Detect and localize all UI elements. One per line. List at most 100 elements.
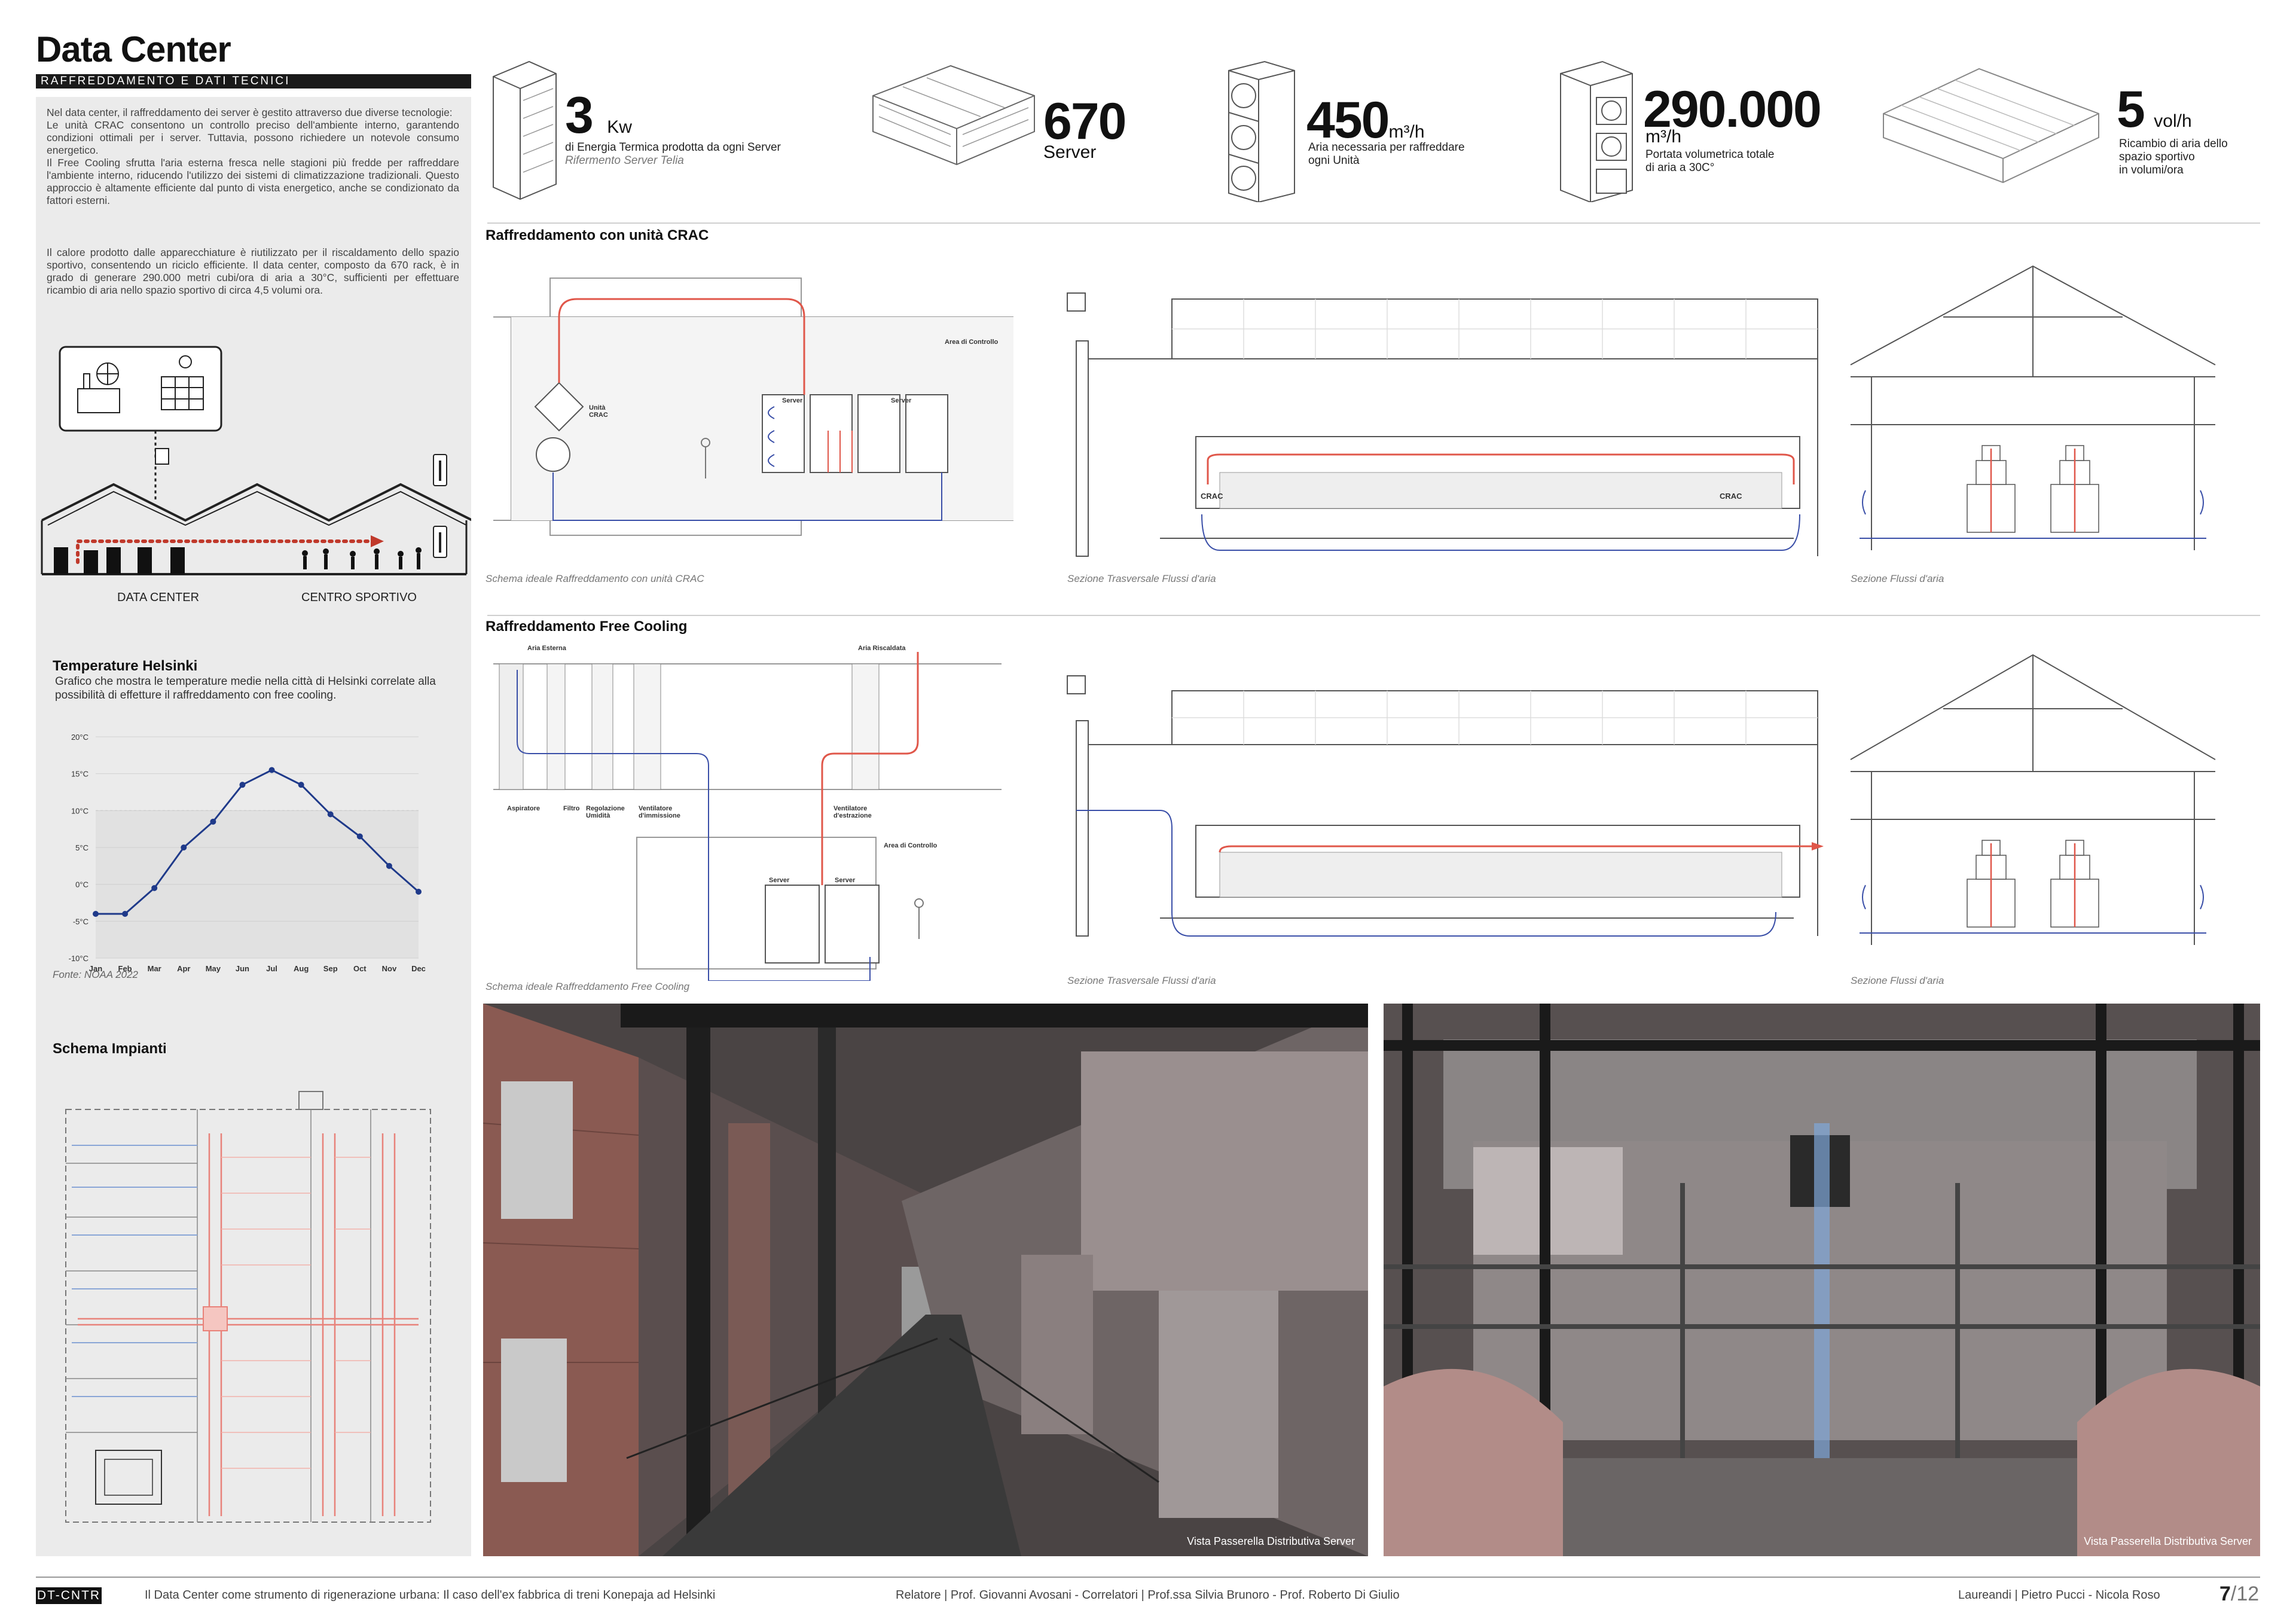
free-caption-1: Schema ideale Raffreddamento Free Coolin… bbox=[486, 981, 690, 992]
stat-air-change-desc2: spazio sportivo bbox=[2119, 151, 2195, 163]
crac-label-area: Area di Controllo bbox=[945, 339, 999, 346]
plant-schema-drawing bbox=[65, 1091, 431, 1523]
crac-caption-2: Sezione Trasversale Flussi d'aria bbox=[1067, 573, 1216, 584]
stat-air-unit: 450m³/h bbox=[1306, 94, 1425, 146]
stat-air-unit-unit: m³/h bbox=[1388, 122, 1425, 142]
intro-p1: Nel data center, il raffreddamento dei s… bbox=[47, 106, 453, 118]
free-label-asp: Aspiratore bbox=[507, 805, 541, 812]
crac-label-server-2: Server bbox=[891, 397, 912, 404]
free-caption-3: Sezione Flussi d'aria bbox=[1851, 975, 1944, 986]
page-title: Data Center bbox=[36, 29, 231, 69]
crac-label-unit: Unità CRAC bbox=[589, 404, 608, 419]
x-tick-label: Jun bbox=[236, 964, 249, 973]
temperature-point bbox=[181, 844, 187, 850]
temperature-point bbox=[122, 911, 129, 917]
free-label-reg: Regolazione Umidità bbox=[586, 805, 625, 819]
stat-air-unit-desc: Aria necessaria per raffreddare ogni Uni… bbox=[1308, 141, 1465, 167]
stat-air-change-desc3: in volumi/ora bbox=[2119, 164, 2184, 176]
x-tick-label: Oct bbox=[353, 964, 367, 973]
crac-section-drawing bbox=[1067, 292, 1818, 557]
stat-servers: 670 bbox=[1043, 96, 1126, 147]
free-label-hot: Aria Riscaldata bbox=[858, 645, 906, 652]
intro-p4: Il calore prodotto dalle apparecchiature… bbox=[47, 246, 459, 296]
temperature-source: Fonte: NOAA 2022 bbox=[53, 969, 139, 980]
intro-p3: Il Free Cooling sfrutta l'aria esterna f… bbox=[47, 157, 459, 206]
intro-text-2: Il calore prodotto dalle apparecchiature… bbox=[47, 246, 459, 297]
render-left-drawing bbox=[483, 1004, 1368, 1556]
render-right-caption: Vista Passerella Distributiva Server bbox=[2084, 1535, 2252, 1547]
temperature-description: Grafico che mostra le temperature medie … bbox=[55, 675, 436, 702]
x-tick-label: Jul bbox=[266, 964, 277, 973]
stat-air-change-desc: Ricambio di aria dello spazio sportivo i… bbox=[2119, 138, 2228, 177]
y-tick-label: 20°C bbox=[71, 733, 88, 742]
temperature-point bbox=[327, 811, 334, 818]
temperature-point bbox=[268, 767, 275, 773]
free-label-ext: Aria Esterna bbox=[527, 645, 566, 652]
y-tick-label: 15°C bbox=[71, 770, 88, 779]
x-tick-label: Aug bbox=[294, 964, 309, 973]
free-title: Raffreddamento Free Cooling bbox=[486, 618, 688, 635]
free-section-drawing bbox=[1067, 675, 1824, 937]
crac-label-server-1: Server bbox=[782, 397, 803, 404]
temperature-point bbox=[356, 833, 363, 840]
free-caption-2: Sezione Trasversale Flussi d'aria bbox=[1067, 975, 1216, 986]
page-number: 7/12 bbox=[2219, 1583, 2259, 1606]
stat-energy-value: 3 bbox=[565, 87, 594, 144]
intro-text: Nel data center, il raffreddamento dei s… bbox=[47, 106, 459, 207]
server-rack-icon bbox=[493, 60, 557, 200]
stat-energy-desc: di Energia Termica prodotta da ogni Serv… bbox=[565, 141, 781, 167]
x-tick-label: Sep bbox=[323, 964, 338, 973]
server-rows-icon bbox=[872, 65, 1035, 166]
stat-total-air-desc: Portata volumetrica totale di aria a 30C… bbox=[1645, 148, 1774, 175]
temperature-point bbox=[386, 862, 392, 869]
crac-schema-drawing bbox=[493, 278, 1013, 536]
thermometer-icon bbox=[433, 454, 447, 486]
y-tick-label: 0°C bbox=[75, 880, 88, 889]
y-tick-label: -5°C bbox=[73, 917, 88, 926]
stat-energy-unit: Kw bbox=[607, 117, 632, 137]
stat-air-unit-value: 450 bbox=[1306, 92, 1390, 149]
render-left: Vista Passerella Distributiva Server bbox=[483, 1004, 1368, 1556]
temperature-title: Temperature Helsinki bbox=[53, 658, 198, 674]
intro-p2: Le unità CRAC consentono un controllo pr… bbox=[47, 119, 459, 156]
temperature-point bbox=[298, 782, 304, 788]
page-total: /12 bbox=[2230, 1583, 2260, 1605]
footer-laureandi: Laureandi | Pietro Pucci - Nicola Roso bbox=[1958, 1589, 2160, 1602]
crac-caption-3: Sezione Flussi d'aria bbox=[1851, 573, 1944, 584]
divider-1 bbox=[487, 222, 2260, 224]
stat-air-change: 5 vol/h bbox=[2117, 84, 2192, 135]
temperature-chart: 20°C15°C10°C5°C0°C-5°C-10°CJan Feb Mar Apr M… bbox=[69, 733, 426, 973]
temperature-point bbox=[239, 782, 246, 788]
stat-total-air-desc1: Portata volumetrica totale bbox=[1645, 148, 1775, 161]
free-label-vent-in: Ventilatore d'immissione bbox=[639, 805, 680, 819]
label-data-center: DATA CENTER bbox=[117, 591, 200, 604]
temperature-point bbox=[416, 889, 422, 895]
stat-air-change-value: 5 bbox=[2117, 81, 2145, 138]
crac-section-label-left: CRAC bbox=[1201, 492, 1223, 501]
crac-stack-icon bbox=[1560, 60, 1633, 202]
stat-air-unit-desc1: Aria necessaria per raffreddare bbox=[1308, 141, 1465, 154]
footer-thesis-title: Il Data Center come strumento di rigener… bbox=[145, 1589, 716, 1602]
crac-cross-section-drawing bbox=[1850, 265, 2216, 550]
stat-total-air-desc2: di aria a 30C° bbox=[1645, 161, 1715, 174]
x-tick-label: Nov bbox=[382, 964, 397, 973]
stat-air-change-unit: vol/h bbox=[2154, 111, 2192, 131]
crac-title: Raffreddamento con unità CRAC bbox=[486, 227, 709, 243]
x-tick-label: May bbox=[206, 964, 221, 973]
crac-unit-icon bbox=[1228, 60, 1295, 202]
impianti-title: Schema Impianti bbox=[53, 1041, 167, 1057]
stat-energy-desc1: di Energia Termica prodotta da ogni Serv… bbox=[565, 141, 781, 154]
free-label-filtro: Filtro bbox=[563, 805, 580, 812]
free-label-server-2: Server bbox=[835, 877, 856, 884]
x-tick-label: Apr bbox=[177, 964, 190, 973]
stat-air-change-desc1: Ricambio di aria dello bbox=[2119, 138, 2228, 150]
sport-hall-icon bbox=[1883, 68, 2099, 184]
thermometer-icon-2 bbox=[433, 526, 447, 558]
y-tick-label: -10°C bbox=[69, 954, 88, 963]
x-tick-label: Dec bbox=[411, 964, 426, 973]
stat-energy: 3 Kw bbox=[565, 90, 632, 141]
free-cross-section-drawing bbox=[1850, 654, 2216, 945]
free-schema-drawing bbox=[493, 652, 1002, 981]
temperature-point bbox=[93, 911, 99, 917]
page-current: 7 bbox=[2219, 1583, 2231, 1605]
